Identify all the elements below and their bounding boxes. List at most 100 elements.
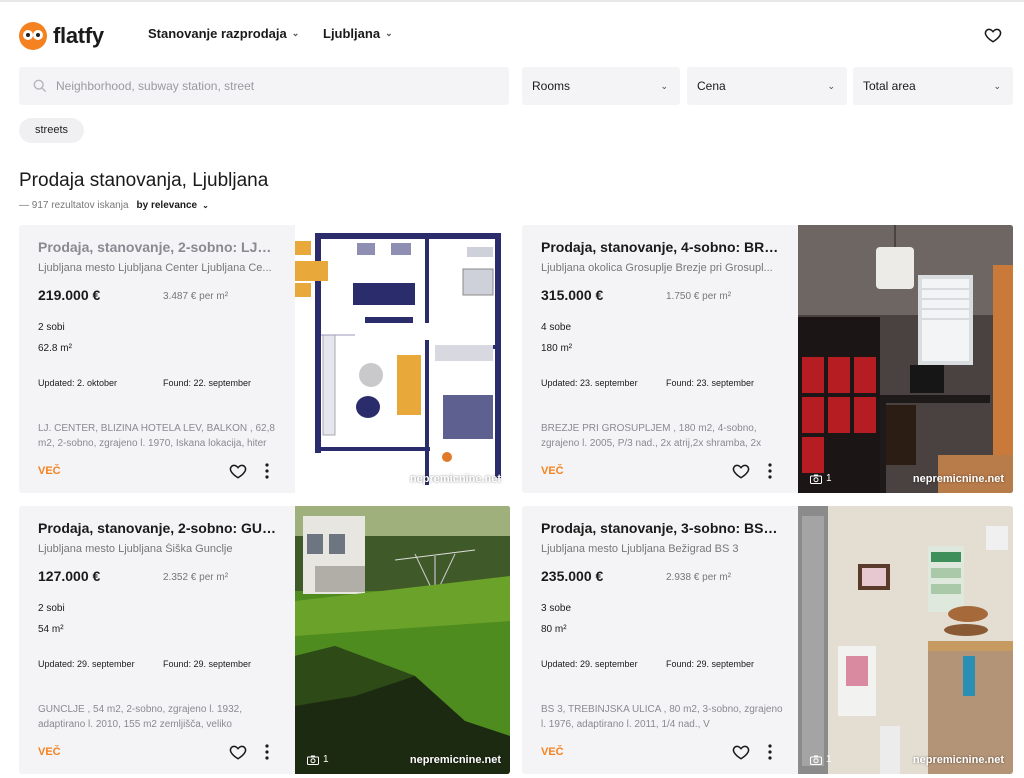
listing-found: Found: 22. september xyxy=(163,378,252,388)
more-vertical-icon[interactable] xyxy=(259,462,275,480)
listing-description: LJ. CENTER, BLIZINA HOTELA LEV, BALKON ,… xyxy=(38,423,275,449)
camera-icon xyxy=(307,755,319,765)
listing-title[interactable]: Prodaja, stanovanje, 2-sobno: LJU... xyxy=(38,239,278,255)
listing-rooms: 2 sobi xyxy=(38,322,65,333)
nav-city[interactable]: Ljubljana ⌄ xyxy=(323,26,393,41)
photo-counter: 1 xyxy=(810,754,832,765)
more-link[interactable]: VEČ xyxy=(38,465,61,477)
page-title: Prodaja stanovanja, Ljubljana xyxy=(19,170,269,191)
listing-info: Prodaja, stanovanje, 3-sobno: BS 3,... L… xyxy=(522,506,798,774)
listing-area: 80 m² xyxy=(541,624,567,635)
photo-source: nepremicnine.net xyxy=(409,754,501,766)
heart-icon[interactable] xyxy=(229,462,247,480)
more-vertical-icon[interactable] xyxy=(259,743,275,761)
filter-area[interactable]: Total area ⌄ xyxy=(853,67,1013,105)
listing-area: 54 m² xyxy=(38,624,64,635)
header: flatfy Stanovanje razprodaja ⌄ Ljubljana… xyxy=(0,2,1024,66)
filter-rooms[interactable]: Rooms ⌄ xyxy=(522,67,680,105)
listing-description: GUNCLJE , 54 m2, 2-sobno, zgrajeno l. 19… xyxy=(38,704,242,730)
listing-price-per-m2: 1.750 € per m² xyxy=(666,291,732,302)
camera-icon xyxy=(307,474,319,484)
listing-info: Prodaja, stanovanje, 4-sobno: BRE... Lju… xyxy=(522,225,798,493)
listing-area: 180 m² xyxy=(541,343,573,354)
listing-area: 62.8 m² xyxy=(38,343,72,354)
more-link[interactable]: VEČ xyxy=(541,465,564,477)
sort-dropdown[interactable]: by relevance ⌄ xyxy=(137,200,209,211)
camera-icon xyxy=(810,755,822,765)
photo-source: nepremicnine.net xyxy=(912,473,1004,485)
listing-location: Ljubljana mesto Ljubljana Center Ljublja… xyxy=(38,262,272,274)
filter-price-label: Cena xyxy=(697,79,726,93)
listing-title[interactable]: Prodaja, stanovanje, 2-sobno: GUN... xyxy=(38,520,278,536)
floor-plan-image xyxy=(295,225,510,493)
photo-count: 1 xyxy=(323,754,329,765)
logo[interactable]: flatfy xyxy=(19,22,104,50)
listing-photo[interactable]: 1 nepremicnine.net xyxy=(295,225,510,493)
sort-label: by relevance xyxy=(136,200,198,211)
logo-text: flatfy xyxy=(53,23,104,48)
photo-count: 1 xyxy=(323,473,329,484)
listing-description: BS 3, TREBINJSKA ULICA , 80 m2, 3-sobno,… xyxy=(541,704,783,730)
more-vertical-icon[interactable] xyxy=(762,743,778,761)
chevron-down-icon: ⌄ xyxy=(291,28,300,38)
chevron-down-icon: ⌄ xyxy=(827,80,835,91)
listing-photo[interactable]: 1 nepremicnine.net xyxy=(798,225,1013,493)
chevron-down-icon: ⌄ xyxy=(993,80,1001,91)
photo-counter: 1 xyxy=(307,754,329,765)
photo-counter: 1 xyxy=(810,473,832,484)
listing-updated: Updated: 29. september xyxy=(541,659,638,669)
listing-price: 235.000 € xyxy=(541,568,604,584)
listing-info: Prodaja, stanovanje, 2-sobno: LJU... Lju… xyxy=(19,225,295,493)
search-input[interactable] xyxy=(56,79,496,93)
listing-price-per-m2: 2.352 € per m² xyxy=(163,572,229,583)
heart-icon[interactable] xyxy=(732,743,750,761)
photo-counter: 1 xyxy=(307,473,329,484)
listing-price-per-m2: 2.938 € per m² xyxy=(666,572,732,583)
photo-count: 1 xyxy=(826,473,832,484)
chevron-down-icon: ⌄ xyxy=(660,80,668,91)
listing-title[interactable]: Prodaja, stanovanje, 4-sobno: BRE... xyxy=(541,239,781,255)
listing-description: BREZJE PRI GROSUPLJEM , 180 m2, 4-sobno,… xyxy=(541,423,762,449)
garden-photo-image xyxy=(295,506,510,774)
listing-updated: Updated: 23. september xyxy=(541,378,638,388)
filter-price[interactable]: Cena ⌄ xyxy=(687,67,847,105)
listing-location: Ljubljana mesto Ljubljana Šiška Gunclje xyxy=(38,543,233,555)
listing-location: Ljubljana okolica Grosuplje Brezje pri G… xyxy=(541,262,773,274)
listing-price: 127.000 € xyxy=(38,568,101,584)
more-vertical-icon[interactable] xyxy=(762,462,778,480)
listing-info: Prodaja, stanovanje, 2-sobno: GUN... Lju… xyxy=(19,506,295,774)
listing-card[interactable]: Prodaja, stanovanje, 2-sobno: GUN... Lju… xyxy=(19,506,510,774)
listing-price: 219.000 € xyxy=(38,287,101,303)
listing-rooms: 3 sobe xyxy=(541,603,572,614)
heart-icon[interactable] xyxy=(732,462,750,480)
listing-title[interactable]: Prodaja, stanovanje, 3-sobno: BS 3,... xyxy=(541,520,781,536)
heart-icon[interactable] xyxy=(229,743,247,761)
chip-streets[interactable]: streets xyxy=(19,118,85,143)
listing-photo[interactable]: 1 nepremicnine.net xyxy=(798,506,1013,774)
kitchen-photo-image xyxy=(798,506,1013,774)
photo-count: 1 xyxy=(826,754,832,765)
search-icon xyxy=(33,79,47,93)
favorites-heart-icon[interactable] xyxy=(984,26,1002,44)
listing-photo[interactable]: 1 nepremicnine.net xyxy=(295,506,510,774)
room-photo-image xyxy=(798,225,1013,493)
search-box xyxy=(19,67,509,105)
photo-source: nepremicnine.net xyxy=(912,754,1004,766)
chevron-down-icon: ⌄ xyxy=(202,201,209,210)
chevron-down-icon: ⌄ xyxy=(385,28,393,38)
nav-property-type[interactable]: Stanovanje razprodaja ⌄ xyxy=(148,26,299,41)
listing-rooms: 4 sobe xyxy=(541,322,572,333)
more-link[interactable]: VEČ xyxy=(38,746,61,758)
listing-card[interactable]: Prodaja, stanovanje, 3-sobno: BS 3,... L… xyxy=(522,506,1013,774)
listing-price-per-m2: 3.487 € per m² xyxy=(163,291,229,302)
listing-card[interactable]: Prodaja, stanovanje, 2-sobno: LJU... Lju… xyxy=(19,225,510,493)
camera-icon xyxy=(810,474,822,484)
listing-card[interactable]: Prodaja, stanovanje, 4-sobno: BRE... Lju… xyxy=(522,225,1013,493)
listing-updated: Updated: 29. september xyxy=(38,659,135,669)
listing-price: 315.000 € xyxy=(541,287,604,303)
nav-property-type-label: Stanovanje razprodaja xyxy=(148,26,287,41)
more-link[interactable]: VEČ xyxy=(541,746,564,758)
photo-source: nepremicnine.net xyxy=(409,473,501,485)
filter-rooms-label: Rooms xyxy=(532,79,571,93)
listing-location: Ljubljana mesto Ljubljana Bežigrad BS 3 xyxy=(541,543,739,555)
